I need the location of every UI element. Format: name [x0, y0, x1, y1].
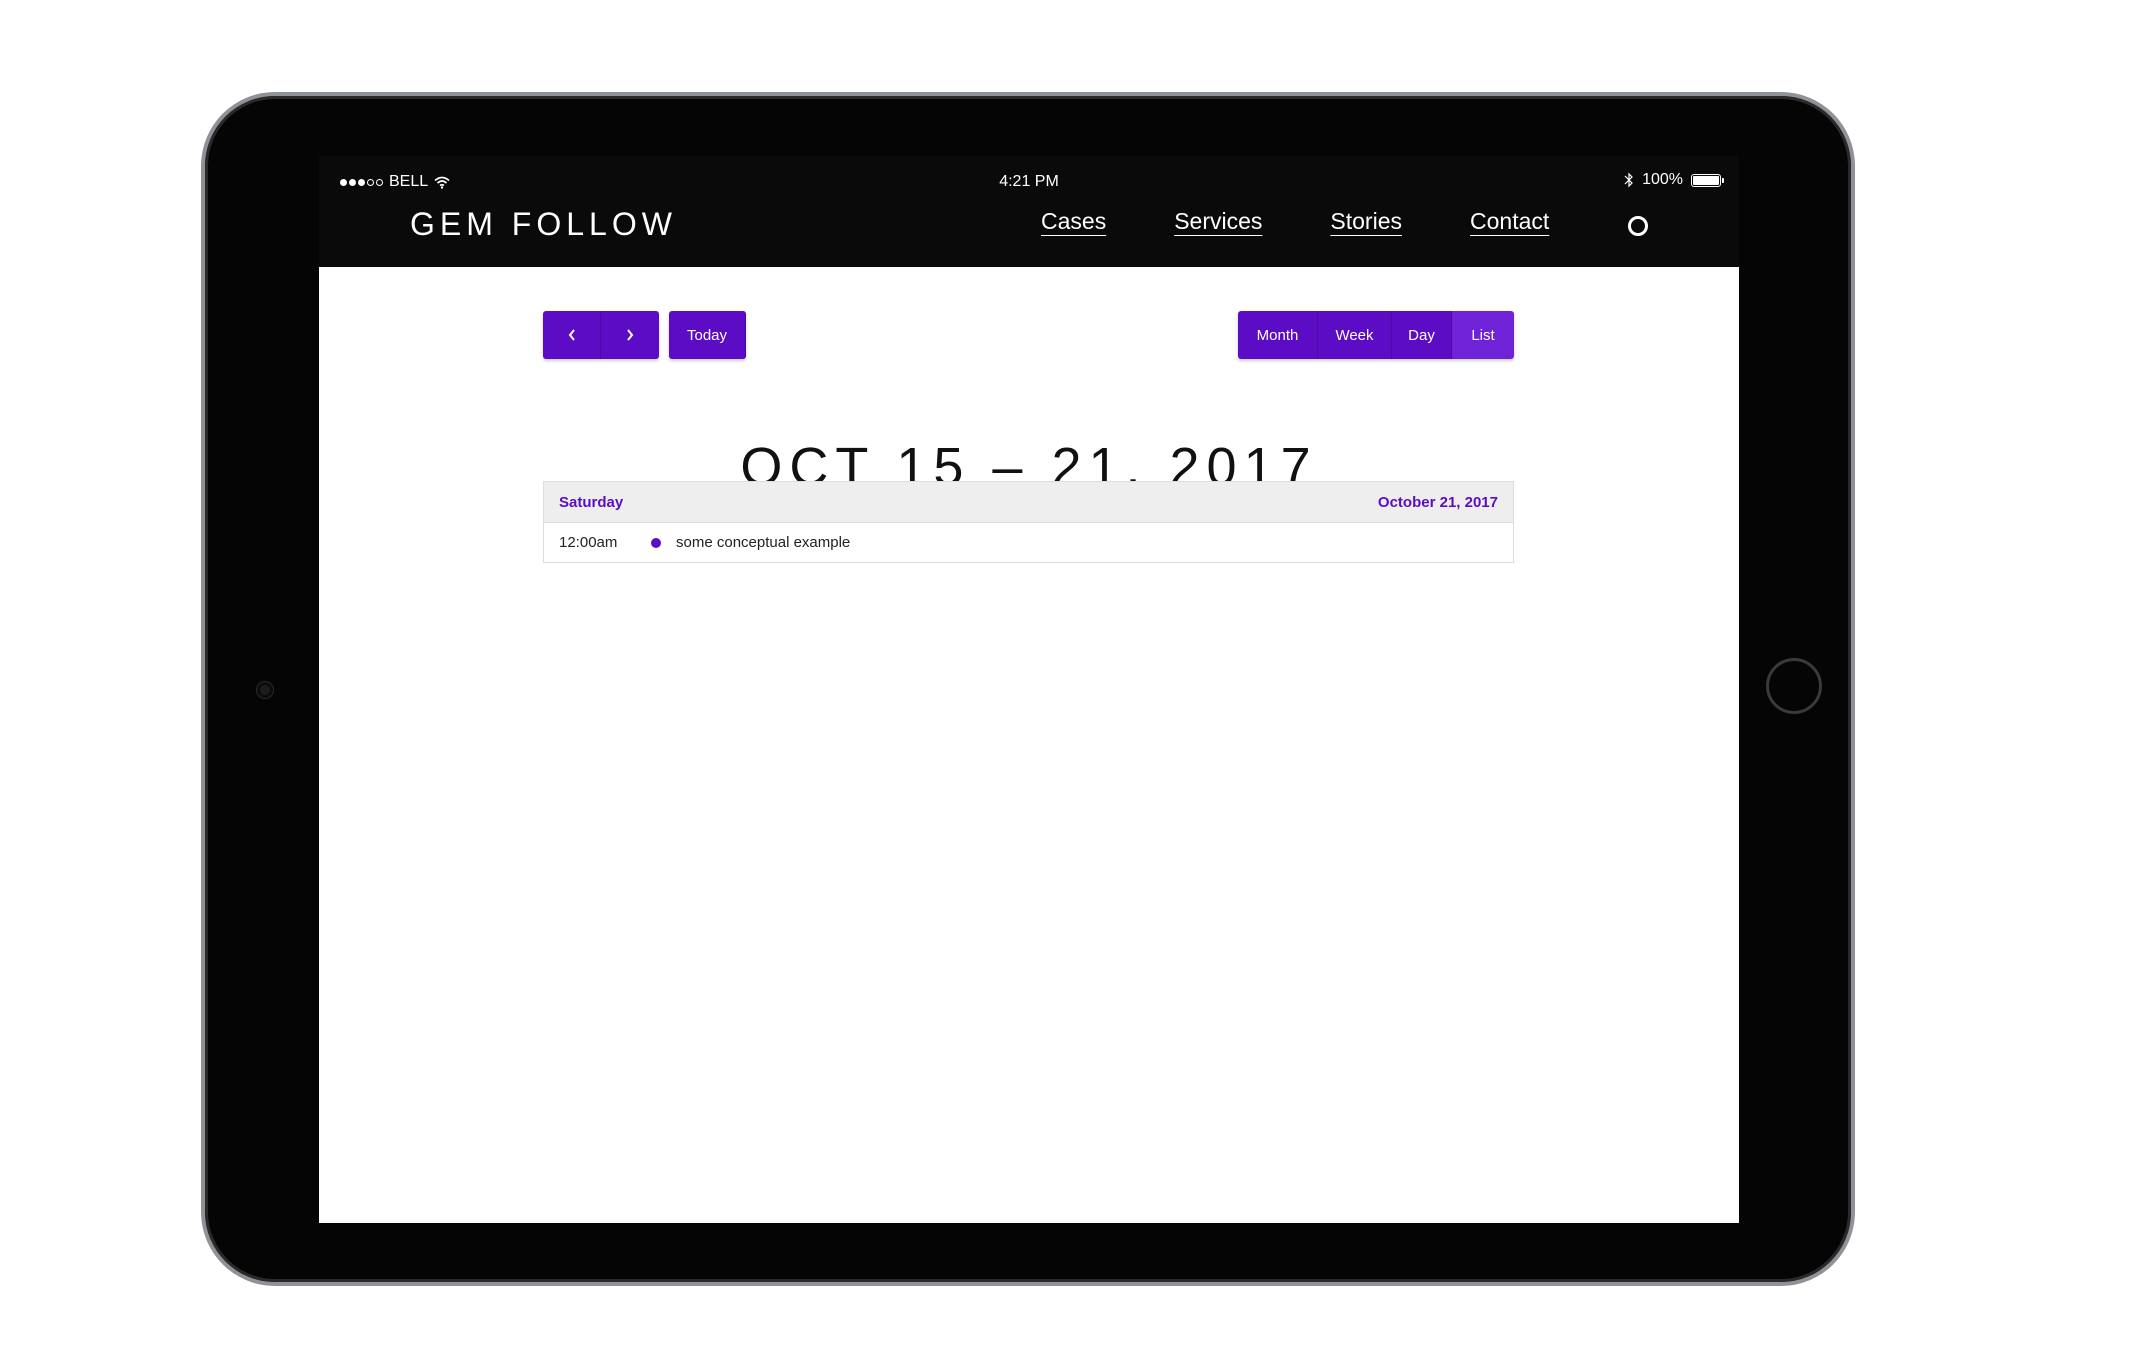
nav-stories[interactable]: Stories [1330, 208, 1402, 235]
event-list: Saturday October 21, 2017 12:00am some c… [543, 481, 1514, 563]
prev-button[interactable] [543, 311, 601, 359]
view-week-button[interactable]: Week [1318, 311, 1392, 359]
chevron-left-icon [568, 329, 575, 341]
nav-services[interactable]: Services [1174, 208, 1262, 235]
battery-percent: 100% [1642, 171, 1683, 188]
status-right: 100% [1624, 171, 1724, 189]
nav-cases[interactable]: Cases [1041, 208, 1106, 235]
tablet-frame: BELL 4:21 PM 100% GEM FOLLOW Cases Servi… [205, 96, 1851, 1282]
status-time: 4:21 PM [999, 173, 1059, 190]
home-button[interactable] [1766, 658, 1822, 714]
search-icon[interactable] [1628, 216, 1648, 236]
view-switcher: Month Week Day List [1238, 311, 1514, 359]
nav-contact[interactable]: Contact [1470, 208, 1549, 235]
calendar-toolbar: Today Month Week Day List [543, 311, 1515, 359]
list-item[interactable]: 12:00am some conceptual example [544, 523, 1513, 562]
view-day-button[interactable]: Day [1392, 311, 1452, 359]
main-nav: Cases Services Stories Contact [1041, 208, 1549, 235]
view-month-button[interactable]: Month [1238, 311, 1318, 359]
event-title[interactable]: some conceptual example [676, 534, 850, 551]
screen: BELL 4:21 PM 100% GEM FOLLOW Cases Servi… [319, 156, 1739, 1223]
bluetooth-icon [1624, 172, 1633, 188]
view-list-button[interactable]: List [1452, 311, 1514, 359]
day-heading-date[interactable]: October 21, 2017 [1378, 494, 1498, 511]
site-header: BELL 4:21 PM 100% GEM FOLLOW Cases Servi… [319, 156, 1739, 267]
event-time: 12:00am [559, 534, 618, 551]
day-heading-weekday[interactable]: Saturday [559, 494, 623, 511]
next-button[interactable] [601, 311, 659, 359]
day-heading: Saturday October 21, 2017 [544, 482, 1513, 523]
prev-next-group [543, 311, 659, 359]
front-camera [257, 682, 273, 698]
brand-logo[interactable]: GEM FOLLOW [410, 206, 677, 243]
today-button[interactable]: Today [669, 311, 746, 359]
event-dot-icon [651, 537, 661, 548]
status-bar: BELL 4:21 PM 100% [319, 156, 1739, 196]
battery-icon [1691, 173, 1724, 187]
chevron-right-icon [627, 329, 634, 341]
